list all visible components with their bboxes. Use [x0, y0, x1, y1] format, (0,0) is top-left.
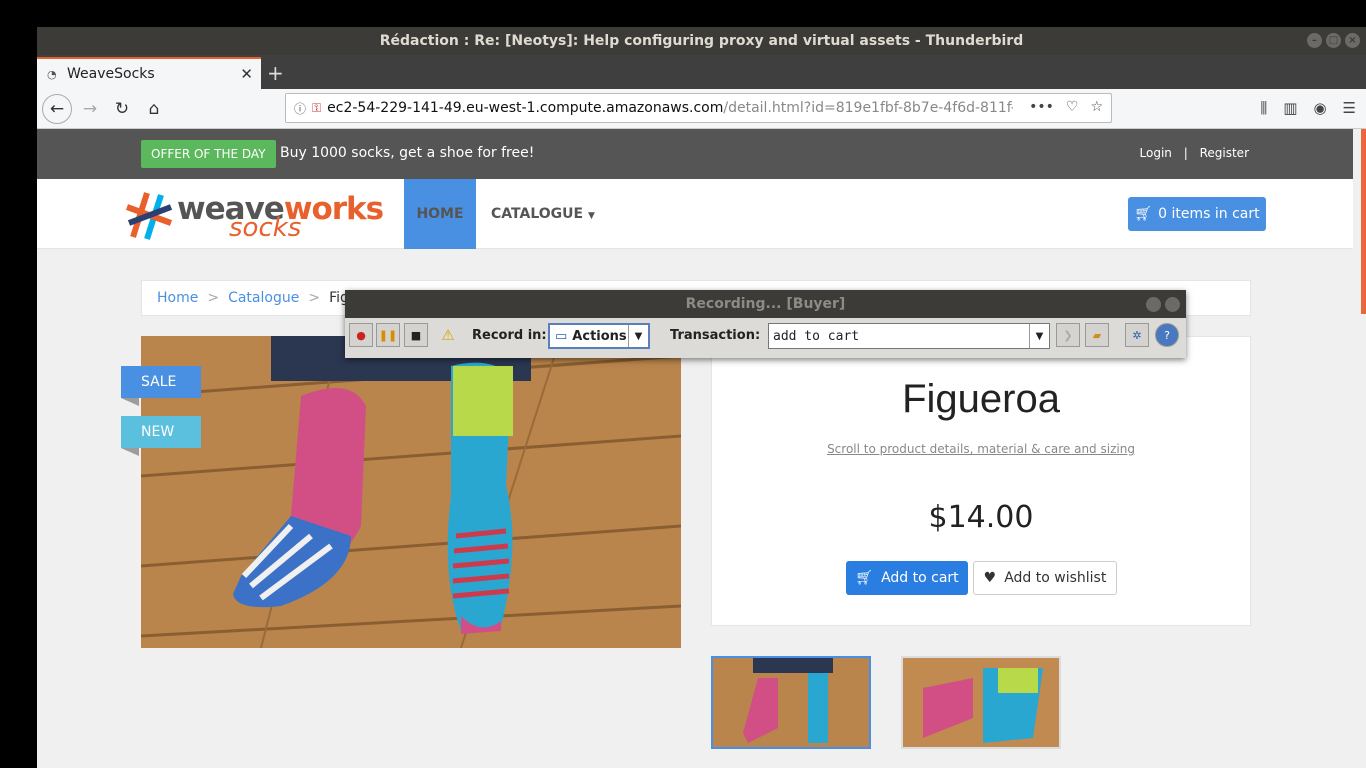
- weaveworks-logo[interactable]: weaveworks socks: [125, 189, 384, 243]
- stop-icon[interactable]: ■: [404, 323, 428, 347]
- browser-tab[interactable]: ◔ WeaveSocks ✕: [37, 57, 261, 89]
- insecure-lock-icon: ⚿: [312, 100, 322, 115]
- sidebar-icon[interactable]: ▥: [1283, 99, 1297, 117]
- cart-icon: 🛒︎: [855, 570, 874, 586]
- register-link[interactable]: Register: [1200, 146, 1249, 160]
- tab-close-icon[interactable]: ✕: [240, 65, 253, 83]
- product-thumbnail-2[interactable]: [901, 656, 1061, 749]
- cart-button[interactable]: 🛒︎ 0 items in cart: [1128, 197, 1266, 231]
- new-ribbon: NEW: [121, 416, 201, 456]
- offer-button[interactable]: OFFER OF THE DAY: [141, 140, 276, 168]
- url-host: ec2-54-229-141-49.eu-west-1.compute.amaz…: [327, 100, 724, 116]
- heart-icon: ♥: [983, 570, 997, 586]
- breadcrumb-home[interactable]: Home: [157, 290, 198, 306]
- maximize-icon[interactable]: □: [1326, 33, 1341, 48]
- tab-bar: ◔ WeaveSocks ✕ +: [37, 55, 1366, 89]
- window-titlebar: Rédaction : Re: [Neotys]: Help configuri…: [37, 27, 1366, 55]
- help-icon[interactable]: ?: [1155, 323, 1179, 347]
- back-icon[interactable]: ←: [42, 94, 72, 124]
- bookmark-star-icon[interactable]: ☆: [1090, 99, 1103, 115]
- minimize-icon[interactable]: –: [1307, 33, 1322, 48]
- logo-mark-icon: [125, 192, 173, 240]
- desktop-left: [0, 0, 37, 768]
- product-price: $14.00: [928, 500, 1034, 535]
- logo-socks-text: socks: [229, 213, 302, 243]
- product-main-image[interactable]: [141, 336, 681, 648]
- login-link[interactable]: Login: [1140, 146, 1172, 160]
- caret-down-icon: ▼: [587, 211, 595, 221]
- product-thumbnail-1[interactable]: [711, 656, 871, 749]
- product-info: Figueroa Scroll to product details, mate…: [711, 336, 1251, 626]
- url-path: /detail.html?id=819e1fbf-8b7e-4f6d-811f-…: [723, 100, 1014, 116]
- record-in-select[interactable]: ▭ Actions ▼: [548, 323, 650, 349]
- account-icon[interactable]: ◉: [1313, 99, 1326, 117]
- page-icon: ◔: [47, 68, 57, 81]
- pause-icon[interactable]: ❚❚: [376, 323, 400, 347]
- page-scrollbar[interactable]: [1361, 129, 1366, 314]
- dropdown-arrow-icon[interactable]: ▼: [628, 325, 648, 347]
- warning-icon[interactable]: ⚠: [436, 323, 460, 347]
- home-icon[interactable]: ⌂: [139, 94, 169, 124]
- add-to-wishlist-button[interactable]: ♥ Add to wishlist: [973, 561, 1117, 595]
- info-icon[interactable]: ⓘ: [294, 100, 306, 117]
- folder-icon: ▭: [555, 328, 568, 344]
- sale-ribbon: SALE: [121, 366, 201, 406]
- recording-dialog: Recording... [Buyer] ● ❚❚ ■ ⚠ Record in:…: [345, 290, 1186, 358]
- record-in-label: Record in:: [472, 328, 547, 343]
- recording-toolbar: ● ❚❚ ■ ⚠ Record in: ▭ Actions ▼ Transact…: [345, 318, 1186, 358]
- reload-icon[interactable]: ↻: [107, 94, 137, 124]
- auth-separator: |: [1183, 146, 1188, 160]
- close-icon[interactable]: ×: [1345, 33, 1360, 48]
- minimize-icon[interactable]: [1146, 297, 1161, 312]
- desktop-top: [0, 0, 1366, 27]
- close-icon[interactable]: [1165, 297, 1180, 312]
- nav-home[interactable]: HOME: [404, 179, 476, 249]
- main-navigation: weaveworks socks HOME CATALOGUE ▼ 🛒︎ 0 i…: [37, 179, 1353, 249]
- recording-titlebar: Recording... [Buyer]: [345, 290, 1186, 318]
- more-icon[interactable]: •••: [1029, 99, 1054, 115]
- recording-title: Recording... [Buyer]: [685, 296, 846, 312]
- menu-icon[interactable]: ☰: [1343, 99, 1356, 117]
- transaction-input[interactable]: add to cart ▼: [768, 323, 1050, 349]
- pocket-icon[interactable]: ♡: [1066, 99, 1079, 115]
- tab-title: WeaveSocks: [67, 66, 155, 82]
- offer-strip: OFFER OF THE DAY Buy 1000 socks, get a s…: [37, 129, 1353, 179]
- browser-toolbar: ← → ↻ ⌂ ⓘ ⚿ ec2-54-229-141-49.eu-west-1.…: [37, 89, 1366, 129]
- open-folder-icon[interactable]: ▰: [1085, 323, 1109, 347]
- scroll-details-link[interactable]: Scroll to product details, material & ca…: [712, 442, 1250, 456]
- product-name: Figueroa: [902, 377, 1060, 421]
- record-icon[interactable]: ●: [349, 323, 373, 347]
- collapse-icon[interactable]: ✲: [1125, 323, 1149, 347]
- next-icon[interactable]: ❯: [1056, 323, 1080, 347]
- nav-catalogue[interactable]: CATALOGUE ▼: [491, 206, 595, 222]
- breadcrumb-catalogue[interactable]: Catalogue: [228, 290, 299, 306]
- forward-icon[interactable]: →: [75, 94, 105, 124]
- url-bar[interactable]: ⓘ ⚿ ec2-54-229-141-49.eu-west-1.compute.…: [285, 93, 1112, 123]
- web-page: OFFER OF THE DAY Buy 1000 socks, get a s…: [37, 129, 1366, 768]
- library-icon[interactable]: ⫼: [1260, 99, 1267, 117]
- cart-icon: 🛒︎: [1134, 206, 1153, 222]
- new-tab-icon[interactable]: +: [267, 61, 284, 85]
- dropdown-arrow-icon[interactable]: ▼: [1029, 324, 1049, 348]
- add-to-cart-button[interactable]: 🛒︎ Add to cart: [846, 561, 968, 595]
- window-title: Rédaction : Re: [Neotys]: Help configuri…: [379, 33, 1024, 49]
- offer-text: Buy 1000 socks, get a shoe for free!: [280, 145, 535, 161]
- transaction-label: Transaction:: [670, 328, 761, 343]
